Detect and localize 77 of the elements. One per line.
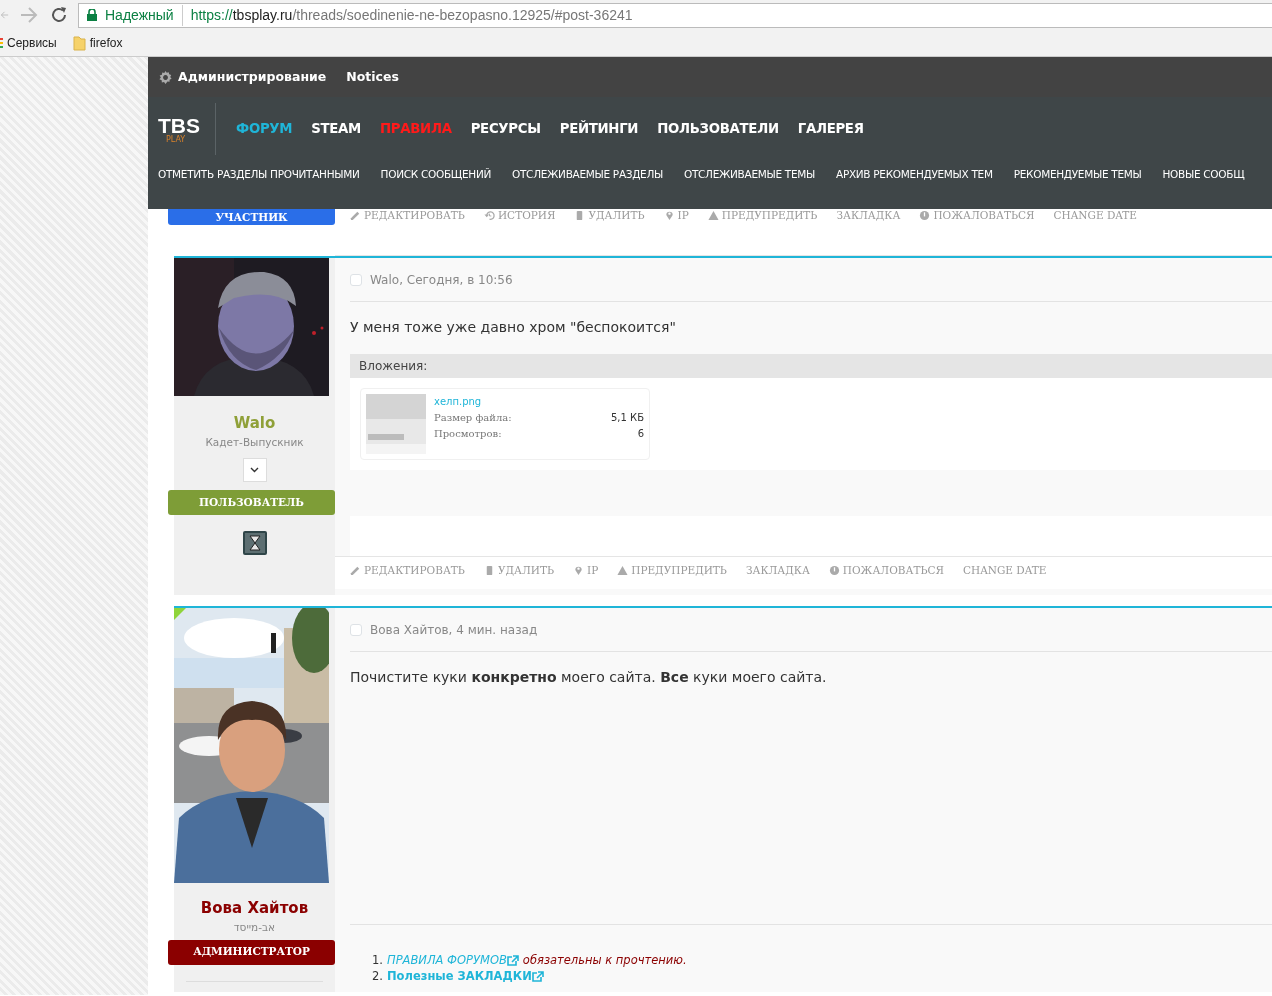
user-menu-toggle[interactable] xyxy=(242,458,267,483)
post-action-link[interactable]: РЕДАКТИРОВАТЬ xyxy=(350,208,465,224)
pin-icon xyxy=(573,565,584,577)
post-message: Почистите куки конкретно моего сайта. Все куки моего сайта. xyxy=(350,668,828,688)
view-count-label: Просмотров: xyxy=(434,427,502,441)
warning-icon xyxy=(617,565,629,577)
admin-menu-link[interactable]: Notices xyxy=(346,67,399,87)
post-action-link[interactable]: ПРЕДУПРЕДИТЬ xyxy=(617,563,727,579)
external-link-icon xyxy=(506,955,519,967)
post-action-link[interactable]: CHANGE DATE xyxy=(1053,208,1137,224)
post-action-link[interactable]: ПОЖАЛОВАТЬСЯ xyxy=(919,208,1035,224)
user-role-banner: АДМИНИСТРАТОР xyxy=(168,939,335,965)
post-select-checkbox[interactable] xyxy=(350,273,362,286)
pin-icon xyxy=(663,210,675,222)
signature-link[interactable]: ПРАВИЛА ФОРУМОВ xyxy=(387,952,519,969)
post-action-link[interactable]: УДАЛИТЬ xyxy=(574,208,645,224)
file-size: 5,1 КБ xyxy=(610,411,644,425)
subnav-link[interactable]: АРХИВ РЕКОМЕНДУЕМЫХ ТЕМ xyxy=(836,167,993,183)
info-icon xyxy=(828,565,840,577)
nav-link[interactable]: ФОРУМ xyxy=(236,119,293,139)
post-action-link[interactable]: ЗАКЛАДКА xyxy=(836,208,901,224)
post-action-link[interactable]: УДАЛИТЬ xyxy=(483,563,554,579)
post-action-link[interactable]: ЗАКЛАДКА xyxy=(745,563,810,579)
apps-icon xyxy=(0,38,3,48)
site-logo[interactable]: TBS PLAY xyxy=(158,103,216,155)
subnav-link[interactable]: ОТСЛЕЖИВАЕМЫЕ ТЕМЫ xyxy=(684,167,815,183)
chevron-down-icon xyxy=(250,467,259,474)
post-action-link[interactable]: IP xyxy=(663,208,689,224)
pencil-icon xyxy=(350,210,361,222)
admin-menu-link[interactable]: Администрирование xyxy=(178,67,327,87)
nav-link[interactable]: STEAM xyxy=(311,119,361,139)
post-action-link[interactable]: CHANGE DATE xyxy=(963,563,1047,579)
external-link-icon xyxy=(531,971,544,983)
username[interactable]: Вова Хайтов xyxy=(174,897,335,920)
user-role-banner: ПОЛЬЗОВАТЕЛЬ xyxy=(168,490,335,516)
nav-link[interactable]: ПОЛЬЗОВАТЕЛИ xyxy=(657,119,779,139)
nav-link[interactable]: РЕЙТИНГИ xyxy=(559,119,639,139)
list-number: 2. xyxy=(372,968,383,985)
nav-link[interactable]: ПРАВИЛА xyxy=(380,119,452,139)
post-action-link[interactable]: РЕДАКТИРОВАТЬ xyxy=(350,563,465,579)
bookmark-link[interactable]: firefox xyxy=(89,34,123,52)
pencil-icon xyxy=(350,565,361,577)
post-select-checkbox[interactable] xyxy=(350,623,362,636)
post-action-link[interactable]: ПРЕДУПРЕДИТЬ xyxy=(707,208,818,224)
subnav-link[interactable]: НОВЫЕ СООБЩ xyxy=(1162,167,1245,183)
subnav-link[interactable]: ПОИСК СООБЩЕНИЙ xyxy=(380,167,492,183)
user-rank: Кадет-Выпускник xyxy=(204,434,305,450)
url-text: https://tbsplay.ru/threads/soedinenie-ne-bezopasno.12925/#post-36241 xyxy=(190,5,633,25)
history-icon xyxy=(483,210,495,222)
signature-note: обязательны к прочтению. xyxy=(522,952,687,969)
username[interactable]: Walo xyxy=(174,412,335,435)
attachment-link[interactable]: хелп.png xyxy=(434,394,482,410)
post-message: У меня тоже уже давно хром "беспокоится" xyxy=(350,318,677,337)
address-bar[interactable]: Надежный https://tbsplay.ru/threads/soedinenie-ne-bezopasno.12925/#post-36241 xyxy=(78,2,1272,28)
signature-link[interactable]: Полезные ЗАКЛАДКИ xyxy=(387,968,544,985)
post-action-link[interactable]: ИСТОРИЯ xyxy=(483,208,556,224)
user-rank: אב-מייסד xyxy=(232,919,277,935)
post-byline: Walo, Сегодня, в 10:56 xyxy=(370,271,513,289)
folder-icon xyxy=(72,35,86,51)
post-action-link[interactable]: IP xyxy=(573,563,599,579)
subnav-link[interactable]: ОТМЕТИТЬ РАЗДЕЛЫ ПРОЧИТАННЫМИ xyxy=(158,167,360,183)
gear-icon xyxy=(159,70,172,84)
subnav-link[interactable]: РЕКОМЕНДУЕМЫЕ ТЕМЫ xyxy=(1013,167,1142,183)
lock-icon xyxy=(87,9,97,21)
subnav-link[interactable]: ОТСЛЕЖИВАЕМЫЕ РАЗДЕЛЫ xyxy=(512,167,663,183)
view-count: 6 xyxy=(637,427,644,441)
attachments-heading: Вложения: xyxy=(350,354,1272,378)
post-action-link[interactable]: ПОЖАЛОВАТЬСЯ xyxy=(828,563,944,579)
security-label: Надежный xyxy=(105,4,183,26)
post-byline: Вова Хайтов, 4 мин. назад xyxy=(370,621,538,639)
info-icon xyxy=(919,210,931,222)
list-number: 1. xyxy=(372,952,383,969)
user-role-banner: УЧАСТНИК xyxy=(168,209,335,225)
nav-link[interactable]: РЕСУРСЫ xyxy=(470,119,541,139)
nav-link[interactable]: ГАЛЕРЕЯ xyxy=(797,119,864,139)
file-size-label: Размер файла: xyxy=(434,411,512,425)
bookmark-link[interactable]: Сервисы xyxy=(7,34,57,52)
